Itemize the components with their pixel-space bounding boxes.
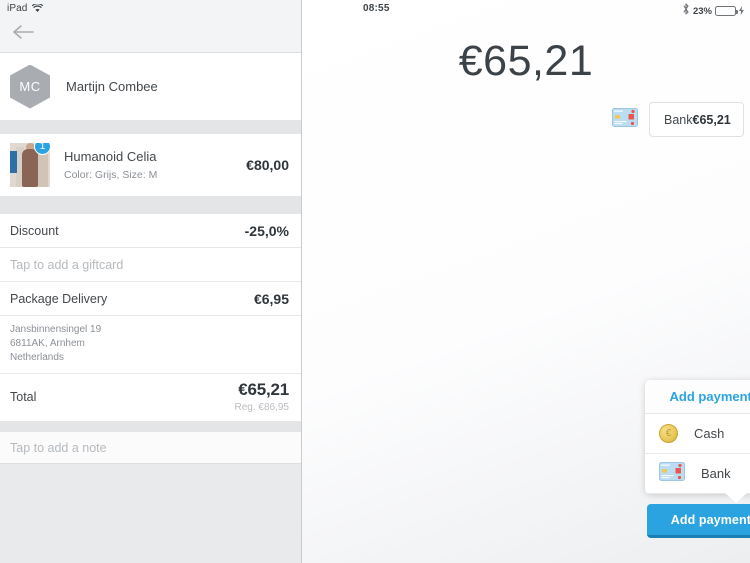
payment-method-field[interactable]: Bank €65,21 (649, 102, 744, 137)
discount-label: Discount (10, 223, 59, 238)
address-line-3: Netherlands (10, 351, 64, 363)
coin-icon: € (659, 424, 678, 443)
giftcard-placeholder: Tap to add a giftcard (10, 257, 124, 272)
amount-due: €65,21 (458, 37, 594, 85)
address-line-2: 6811AK, Arnhem (10, 337, 85, 349)
line-item-text: Humanoid Celia Color: Grijs, Size: M (64, 149, 246, 181)
delivery-row[interactable]: Package Delivery €6,95 (0, 282, 301, 316)
pos-checkout-screen: iPad MC Martijn Combee 1 Humanoid Celia … (0, 0, 750, 563)
product-variant: Color: Grijs, Size: M (64, 169, 158, 181)
adjustments-section: Discount -25,0% Tap to add a giftcard Pa… (0, 214, 301, 422)
payment-panel: 08:55 23% €65,21 Bank €65,21 Add payment… (302, 0, 750, 563)
battery-percent: 23% (692, 5, 712, 17)
total-row: Total €65,21 Reg. €86,95 (0, 374, 301, 422)
credit-card-icon (659, 461, 685, 486)
product-thumbnail: 1 (10, 143, 50, 187)
delivery-address[interactable]: Jansbinnensingel 19 6811AK, Arnhem Nethe… (0, 316, 301, 375)
total-regular-price: Reg. €86,95 (234, 402, 290, 414)
order-summary-panel: iPad MC Martijn Combee 1 Humanoid Celia … (0, 0, 302, 563)
charging-bolt-icon (739, 2, 744, 20)
discount-value: -25,0% (244, 222, 289, 239)
section-gap-3 (0, 421, 301, 432)
avatar: MC (10, 64, 50, 109)
discount-row[interactable]: Discount -25,0% (0, 214, 301, 248)
add-payment-method-popover: Add payment method € Cash (645, 380, 750, 503)
add-payment-method-button[interactable]: Add payment method (647, 504, 750, 538)
popover-arrow (725, 493, 747, 503)
quantity-badge: 1 (34, 143, 50, 155)
product-title: Humanoid Celia (64, 149, 157, 164)
popover-option-label: Cash (694, 426, 725, 441)
credit-card-icon (612, 107, 638, 132)
section-gap (0, 121, 301, 134)
payment-method-name: Bank (664, 112, 693, 127)
product-price: €80,00 (246, 157, 289, 173)
total-values: €65,21 Reg. €86,95 (235, 380, 290, 413)
left-navbar (0, 17, 301, 53)
bluetooth-icon (682, 2, 690, 20)
delivery-value: €6,95 (253, 290, 289, 307)
clock: 08:55 (363, 3, 390, 14)
action-buttons: Add payment method Complete order (647, 504, 750, 538)
avatar-initials: MC (19, 79, 41, 94)
note-placeholder: Tap to add a note (10, 440, 107, 455)
giftcard-row[interactable]: Tap to add a giftcard (0, 248, 301, 282)
customer-name: Martijn Combee (66, 79, 158, 94)
cart-items-section: 1 Humanoid Celia Color: Grijs, Size: M €… (0, 134, 301, 196)
status-bar-right: 08:55 23% (302, 0, 750, 17)
popover-option-label: Bank (701, 466, 731, 481)
popover-option-bank[interactable]: Bank (645, 454, 750, 494)
total-label: Total (10, 389, 37, 404)
battery-charging-icon (715, 6, 738, 16)
popover-option-cash[interactable]: € Cash (645, 414, 750, 454)
note-row[interactable]: Tap to add a note (0, 431, 301, 465)
payment-method-row: Bank €65,21 (612, 102, 744, 137)
status-indicators: 23% (682, 2, 744, 20)
wifi-icon (32, 0, 44, 18)
section-gap-2 (0, 196, 301, 214)
total-value: €65,21 (238, 380, 289, 400)
payment-method-amount: €65,21 (692, 112, 731, 127)
back-arrow-icon[interactable] (12, 24, 34, 45)
popover-title: Add payment method (645, 380, 750, 414)
delivery-label: Package Delivery (10, 291, 108, 306)
status-bar-left: iPad (0, 0, 301, 17)
customer-row[interactable]: MC Martijn Combee (0, 53, 301, 121)
cart-line-item[interactable]: 1 Humanoid Celia Color: Grijs, Size: M €… (0, 134, 301, 196)
device-name: iPad (7, 3, 28, 14)
address-line-1: Jansbinnensingel 19 (10, 324, 102, 335)
